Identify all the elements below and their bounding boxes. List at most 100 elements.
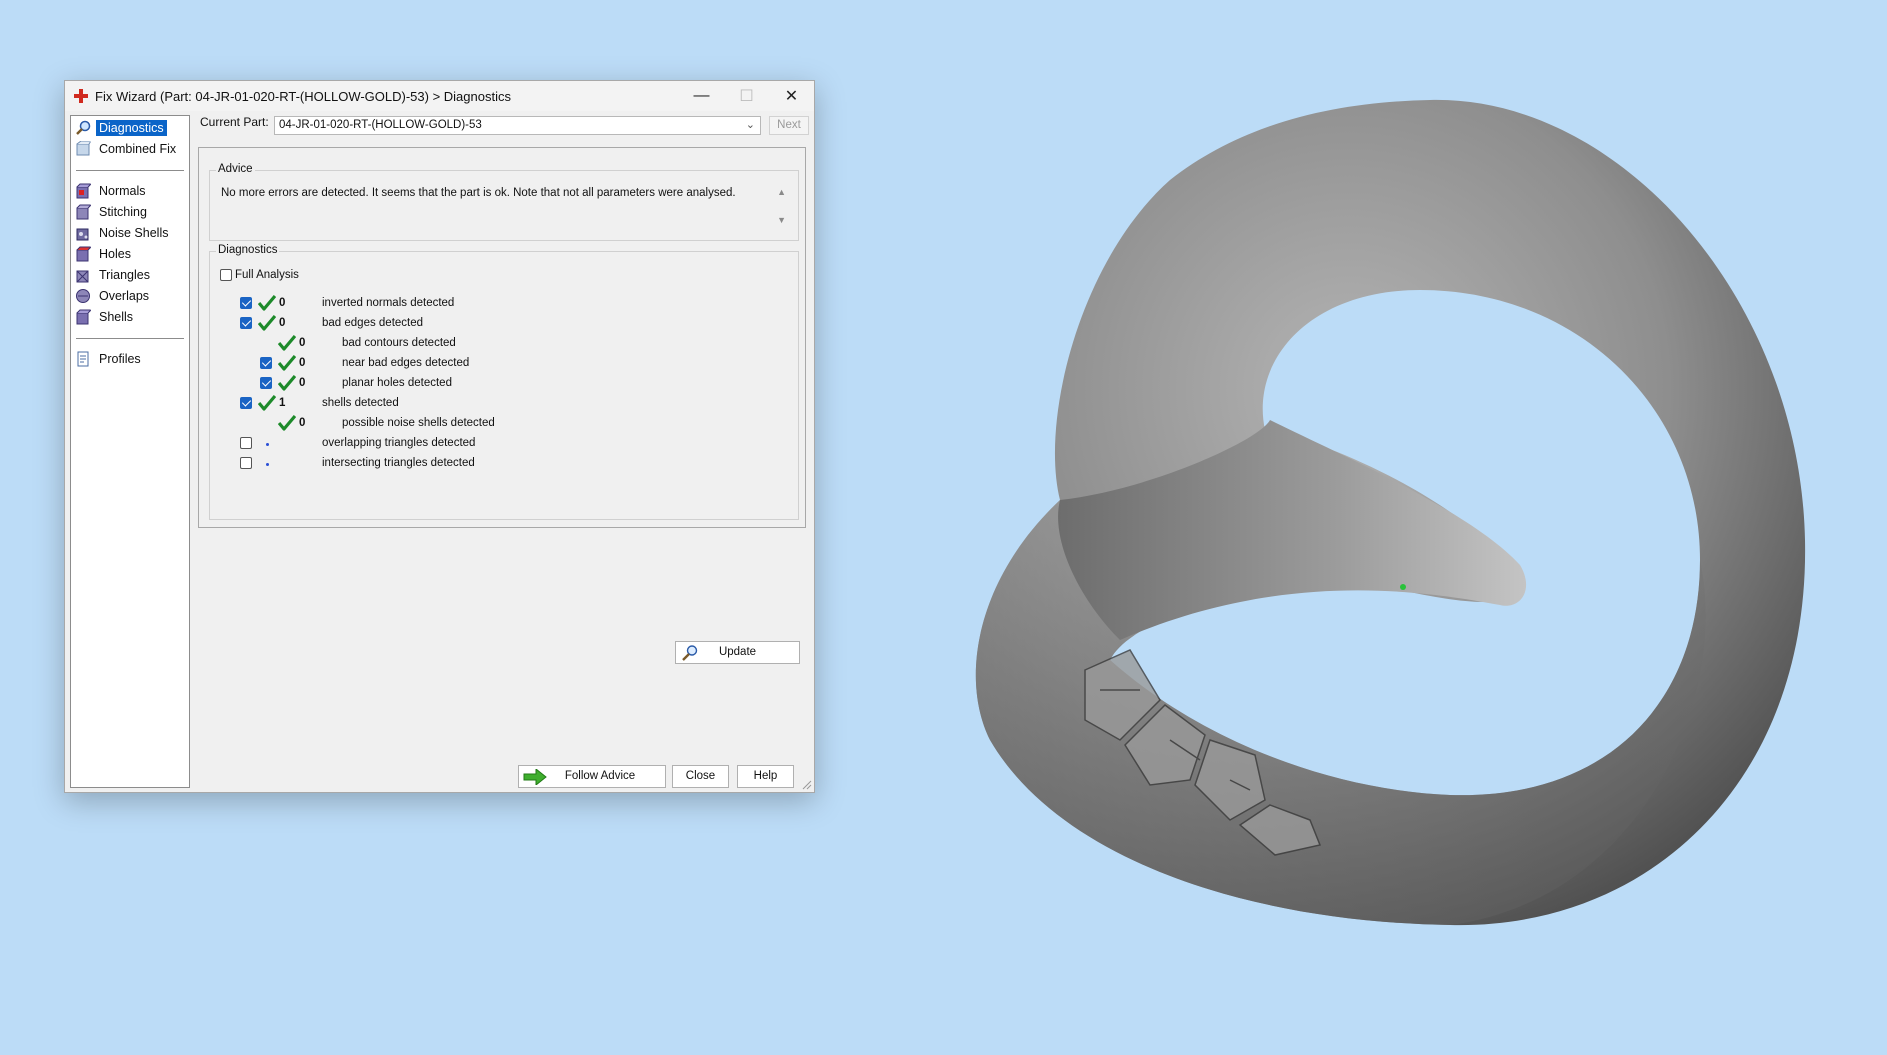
window-title: Fix Wizard (Part: 04-JR-01-020-RT-(HOLLO… bbox=[95, 88, 511, 104]
arrow-right-icon bbox=[523, 769, 547, 785]
nav-item-shells[interactable]: Shells bbox=[75, 307, 136, 327]
nav-item-stitching[interactable]: Stitching bbox=[75, 202, 150, 222]
help-button[interactable]: Help bbox=[737, 765, 794, 788]
diagnostic-count: 0 bbox=[299, 417, 306, 429]
nav-item-profiles[interactable]: Profiles bbox=[75, 349, 144, 369]
green-check-icon bbox=[257, 314, 277, 331]
current-part-select[interactable]: 04-JR-01-020-RT-(HOLLOW-GOLD)-53 ⌄ bbox=[274, 116, 761, 135]
diagnostics-title: Diagnostics bbox=[216, 244, 280, 256]
diagnostic-checkbox[interactable] bbox=[260, 357, 272, 369]
diagnostic-checkbox[interactable] bbox=[240, 397, 252, 409]
diagnostic-count: 0 bbox=[279, 317, 286, 329]
shells-icon bbox=[76, 309, 91, 325]
diagnostic-row: 0 inverted normals detected bbox=[210, 294, 770, 313]
diagnostic-count: 0 bbox=[279, 297, 286, 309]
scroll-down-icon[interactable]: ▼ bbox=[777, 215, 786, 225]
follow-advice-label: Follow Advice bbox=[564, 770, 636, 782]
close-window-button[interactable]: ✕ bbox=[769, 81, 814, 111]
nav-label: Triangles bbox=[99, 268, 150, 282]
diagnostic-count: 0 bbox=[299, 377, 306, 389]
diagnostic-count: 0 bbox=[299, 357, 306, 369]
minimize-button[interactable]: — bbox=[679, 81, 724, 111]
magnifier-icon bbox=[682, 645, 698, 661]
nav-label: Profiles bbox=[99, 352, 141, 366]
combined-fix-icon bbox=[76, 141, 91, 156]
nav-divider bbox=[76, 170, 184, 171]
resize-grip-icon[interactable] bbox=[802, 780, 812, 790]
diagnostic-row: 0 possible noise shells detected bbox=[210, 414, 770, 433]
pending-dot-icon bbox=[266, 443, 269, 446]
diagnostic-text: planar holes detected bbox=[342, 377, 452, 389]
update-button[interactable]: Update bbox=[675, 641, 800, 664]
green-check-icon bbox=[277, 334, 297, 351]
diagnostic-row: intersecting triangles detected bbox=[210, 455, 770, 473]
pending-dot-icon bbox=[266, 463, 269, 466]
nav-label: Diagnostics bbox=[96, 120, 167, 136]
maximize-button[interactable]: ☐ bbox=[724, 81, 769, 111]
advice-text: No more errors are detected. It seems th… bbox=[221, 187, 736, 199]
nav-label: Stitching bbox=[99, 205, 147, 219]
diagnostic-text: inverted normals detected bbox=[322, 297, 455, 309]
nav-divider bbox=[76, 338, 184, 339]
chevron-down-icon: ⌄ bbox=[745, 119, 755, 131]
stitching-icon bbox=[76, 204, 91, 220]
nav-item-diagnostics[interactable]: Diagnostics bbox=[75, 118, 167, 138]
full-analysis-label: Full Analysis bbox=[235, 269, 299, 281]
profiles-icon bbox=[77, 351, 89, 367]
diagnostic-text: bad edges detected bbox=[322, 317, 424, 329]
diagnostic-text: bad contours detected bbox=[342, 337, 456, 349]
full-analysis-checkbox[interactable] bbox=[220, 269, 232, 281]
diagnostic-checkbox[interactable] bbox=[240, 437, 252, 449]
green-check-icon bbox=[257, 394, 277, 411]
fix-wizard-dialog: Fix Wizard (Part: 04-JR-01-020-RT-(HOLLO… bbox=[64, 80, 815, 793]
triangles-icon bbox=[76, 270, 89, 283]
diagnostic-row: overlapping triangles detected bbox=[210, 435, 770, 453]
diagnostic-row: 0 near bad edges detected bbox=[210, 354, 770, 373]
diagnostic-checkbox[interactable] bbox=[240, 457, 252, 469]
nav-item-holes[interactable]: Holes bbox=[75, 244, 134, 264]
nav-label: Normals bbox=[99, 184, 146, 198]
magnifier-icon bbox=[76, 120, 91, 135]
green-check-icon bbox=[257, 294, 277, 311]
nav-item-overlaps[interactable]: Overlaps bbox=[75, 286, 152, 306]
nav-item-triangles[interactable]: Triangles bbox=[75, 265, 153, 285]
diagnostics-group: Diagnostics Full Analysis 0 inverted norm… bbox=[209, 244, 800, 664]
diagnostic-text: overlapping triangles detected bbox=[322, 437, 476, 449]
nav-label: Overlaps bbox=[99, 289, 150, 303]
nav-label: Shells bbox=[99, 310, 134, 324]
diagnostic-count: 1 bbox=[279, 397, 286, 409]
diagnostic-text: possible noise shells detected bbox=[342, 417, 495, 429]
nav-item-combined-fix[interactable]: Combined Fix bbox=[75, 139, 179, 159]
green-check-icon bbox=[277, 354, 297, 371]
diagnostic-checkbox[interactable] bbox=[260, 377, 272, 389]
close-button[interactable]: Close bbox=[672, 765, 729, 788]
update-label: Update bbox=[718, 646, 757, 658]
holes-icon bbox=[76, 246, 91, 262]
advice-title: Advice bbox=[216, 163, 255, 175]
title-bar[interactable]: Fix Wizard (Part: 04-JR-01-020-RT-(HOLLO… bbox=[65, 81, 814, 111]
nav-label: Noise Shells bbox=[99, 226, 169, 240]
nav-item-normals[interactable]: Normals bbox=[75, 181, 149, 201]
diagnostic-text: near bad edges detected bbox=[342, 357, 470, 369]
advice-group: Advice No more errors are detected. It s… bbox=[209, 163, 799, 241]
noise-shells-icon bbox=[76, 228, 89, 241]
wizard-nav: Diagnostics Combined Fix Normals Stitchi… bbox=[70, 115, 190, 788]
nav-item-noise-shells[interactable]: Noise Shells bbox=[75, 223, 171, 243]
green-check-icon bbox=[277, 374, 297, 391]
diagnostic-text: shells detected bbox=[322, 397, 399, 409]
normals-icon bbox=[76, 183, 91, 199]
scroll-up-icon[interactable]: ▲ bbox=[777, 187, 786, 197]
follow-advice-button[interactable]: Follow Advice bbox=[518, 765, 666, 788]
diagnostic-checkbox[interactable] bbox=[240, 317, 252, 329]
diagnostic-row: 0 planar holes detected bbox=[210, 374, 770, 393]
diagnostic-checkbox[interactable] bbox=[240, 297, 252, 309]
diagnostic-row: 0 bad contours detected bbox=[210, 334, 770, 353]
diagnostics-panel: Advice No more errors are detected. It s… bbox=[198, 147, 806, 664]
current-part-label: Current Part: bbox=[200, 115, 269, 129]
green-check-icon bbox=[277, 414, 297, 431]
diagnostic-text: intersecting triangles detected bbox=[322, 457, 475, 469]
nav-label: Combined Fix bbox=[99, 142, 177, 156]
diagnostic-row: 1 shells detected bbox=[210, 394, 770, 413]
diagnostic-row: 0 bad edges detected bbox=[210, 314, 770, 333]
next-button[interactable]: Next bbox=[769, 116, 809, 135]
